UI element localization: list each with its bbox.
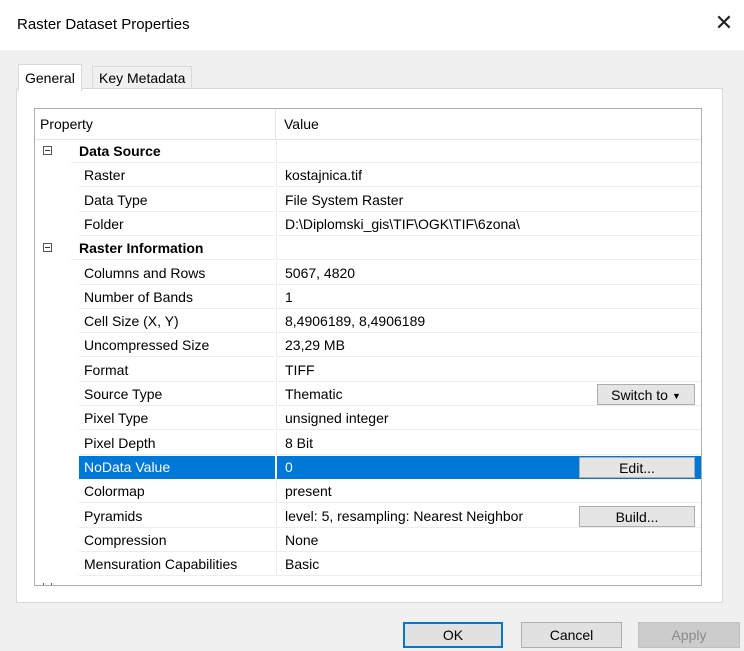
property-value[interactable]: unsigned integer <box>276 407 701 431</box>
property-value[interactable]: 5067, 4820 <box>276 261 701 285</box>
property-row[interactable]: Pixel Type unsigned integer <box>35 407 701 431</box>
property-value-text: 5067, 4820 <box>285 264 356 281</box>
property-value-text: Thematic <box>285 386 343 402</box>
property-value-text: Basic <box>285 556 320 573</box>
column-separator[interactable] <box>275 109 276 139</box>
property-value-text: D:\Diplomski_gis\TIF\OGK\TIF\6zona\ <box>285 215 520 232</box>
property-row[interactable]: Compression None <box>35 528 701 553</box>
build-button[interactable]: Build... <box>579 505 695 527</box>
category-row[interactable]: Raster Information <box>35 237 701 261</box>
property-grid[interactable]: Property Value Data Source Raster kostajni… <box>34 108 702 586</box>
property-name: Data Type <box>79 189 275 212</box>
property-value-text: level: 5, resampling: Nearest Neighbor <box>285 507 524 524</box>
property-row[interactable]: Source Type Thematic Switch to ▼ <box>35 383 701 407</box>
property-row[interactable]: Pyramids level: 5, resampling: Nearest Ne… <box>35 504 701 529</box>
property-value-text: kostajnica.tif <box>285 167 363 184</box>
edit-button-label: Edit... <box>619 459 655 476</box>
collapse-icon[interactable] <box>43 146 52 155</box>
property-value[interactable]: 23,29 MB <box>276 334 701 358</box>
edit-button[interactable]: Edit... <box>579 456 695 478</box>
property-name: Source Type <box>79 383 275 406</box>
tab-key-metadata-label: Key Metadata <box>99 70 186 86</box>
property-row[interactable]: Cell Size (X, Y) 8,4906189, 8,4906189 <box>35 310 701 334</box>
property-row[interactable]: Data Type File System Raster <box>35 188 701 213</box>
property-row[interactable]: Raster kostajnica.tif <box>35 164 701 188</box>
tab-general[interactable]: General <box>18 64 82 91</box>
property-row[interactable]: Colormap present <box>35 480 701 504</box>
category-row[interactable]: Data Source <box>35 140 701 164</box>
property-name: Raster <box>79 164 275 188</box>
property-value-text: TIFF <box>285 361 315 378</box>
property-value-text: unsigned integer <box>285 410 389 427</box>
switch-to-button-label: Switch to <box>611 387 668 403</box>
apply-button[interactable]: Apply <box>638 622 740 648</box>
property-name: Compression <box>79 529 275 552</box>
property-name: Number of Bands <box>79 286 275 309</box>
property-row[interactable]: Pixel Depth 8 Bit <box>35 431 701 456</box>
tab-key-metadata[interactable]: Key Metadata <box>92 66 193 89</box>
dropdown-arrow-icon: ▼ <box>671 391 681 401</box>
property-row[interactable]: Columns and Rows 5067, 4820 <box>35 261 701 286</box>
property-value-text: 23,29 MB <box>285 337 345 354</box>
property-value[interactable]: present <box>276 480 701 504</box>
column-header-property[interactable]: Property <box>40 116 93 132</box>
property-value-text: 0 <box>285 458 293 475</box>
grid-header: Property Value <box>35 109 701 140</box>
property-value[interactable]: 8 Bit <box>276 431 701 455</box>
tab-general-label: General <box>25 70 75 86</box>
build-button-label: Build... <box>615 508 659 525</box>
expander-icon[interactable] <box>43 583 52 585</box>
property-value-text: 1 <box>285 288 293 305</box>
property-row[interactable]: Folder D:\Diplomski_gis\TIF\OGK\TIF\6zona… <box>35 212 701 237</box>
property-value[interactable]: None <box>276 528 701 552</box>
property-name: Pyramids <box>79 505 275 528</box>
partial-row <box>35 583 701 585</box>
property-value-text: File System Raster <box>285 191 404 208</box>
property-value-text: 8 Bit <box>285 434 314 451</box>
property-name: Uncompressed Size <box>79 334 275 358</box>
column-header-value[interactable]: Value <box>284 116 319 132</box>
collapse-icon[interactable] <box>43 243 52 253</box>
property-value[interactable]: D:\Diplomski_gis\TIF\OGK\TIF\6zona\ <box>276 212 701 236</box>
property-name: Folder <box>79 213 275 236</box>
property-row[interactable]: NoData Value 0 Edit... <box>35 455 701 480</box>
property-name: Pixel Type <box>79 407 275 431</box>
switch-to-button[interactable]: Switch to ▼ <box>597 384 695 405</box>
property-grid-body: Property Value Data Source Raster kostajni… <box>35 109 701 585</box>
property-name: Columns and Rows <box>79 262 275 285</box>
property-row[interactable]: Number of Bands 1 <box>35 285 701 310</box>
property-name: Cell Size (X, Y) <box>79 310 275 334</box>
property-row[interactable]: Uncompressed Size 23,29 MB <box>35 334 701 358</box>
property-name: Mensuration Capabilities <box>79 553 275 577</box>
property-value[interactable] <box>276 140 701 163</box>
property-value[interactable] <box>276 237 701 261</box>
property-value[interactable]: 1 <box>276 285 701 309</box>
property-name: Raster Information <box>71 237 275 261</box>
property-name: Data Source <box>71 140 275 163</box>
cancel-button[interactable]: Cancel <box>521 622 622 648</box>
property-row[interactable]: Format TIFF <box>35 358 701 383</box>
property-name: Format <box>79 359 275 382</box>
property-name: NoData Value <box>79 455 275 479</box>
property-value-text: present <box>285 483 332 500</box>
ok-button[interactable]: OK <box>403 622 503 648</box>
property-value[interactable]: Basic <box>276 553 701 577</box>
property-value-text: None <box>285 531 319 548</box>
close-icon[interactable]: ✕ <box>713 12 735 34</box>
property-name: Colormap <box>79 480 275 504</box>
dialog-title: Raster Dataset Properties <box>17 16 190 33</box>
property-value[interactable]: File System Raster <box>276 188 701 212</box>
property-value[interactable]: kostajnica.tif <box>276 164 701 188</box>
property-value[interactable]: TIFF <box>276 358 701 382</box>
property-value[interactable]: 8,4906189, 8,4906189 <box>276 310 701 334</box>
property-name: Pixel Depth <box>79 432 275 455</box>
property-value-text: 8,4906189, 8,4906189 <box>285 313 426 330</box>
property-row[interactable]: Mensuration Capabilities Basic <box>35 553 701 577</box>
